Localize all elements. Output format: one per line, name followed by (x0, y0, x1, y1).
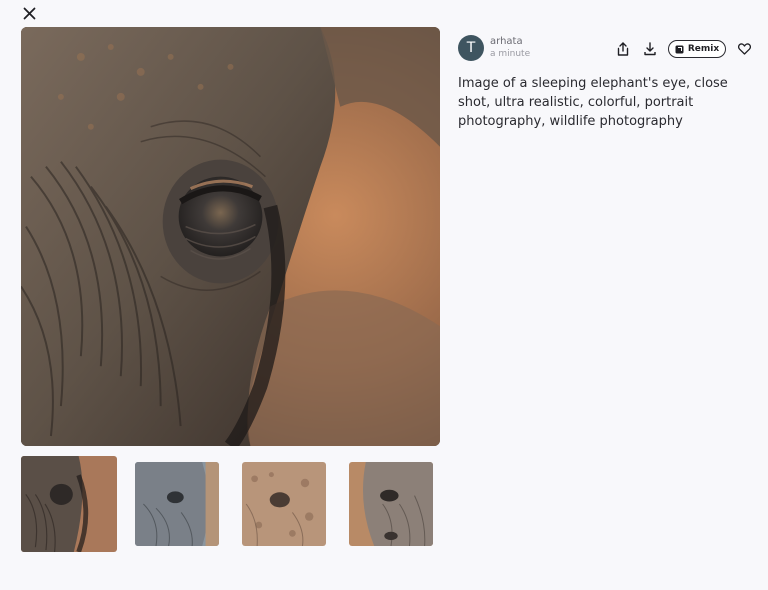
avatar-initial: T (466, 40, 476, 56)
like-button[interactable] (734, 39, 754, 59)
thumbnail-2[interactable] (135, 462, 219, 546)
download-button[interactable] (640, 39, 660, 59)
share-icon (617, 42, 629, 56)
share-button[interactable] (613, 39, 633, 59)
avatar[interactable]: T (458, 35, 484, 61)
post-time: a minute (490, 49, 531, 59)
thumbnail-3[interactable] (242, 462, 326, 546)
close-icon (23, 7, 35, 19)
download-icon (644, 42, 656, 56)
author-meta: arhata a minute (490, 36, 530, 60)
details-panel: T arhata a minute Remix Image of a sleep… (458, 35, 758, 129)
thumbnail-strip (21, 456, 440, 552)
author-name[interactable]: arhata (490, 36, 530, 48)
heart-icon (737, 43, 751, 55)
remix-label: Remix (687, 44, 720, 54)
action-bar: Remix (613, 39, 758, 59)
remix-icon (675, 45, 684, 53)
close-button[interactable] (18, 2, 40, 24)
main-image (21, 27, 440, 446)
prompt-text: Image of a sleeping elephant's eye, clos… (458, 76, 728, 129)
thumbnail-4[interactable] (349, 462, 433, 546)
thumbnail-1[interactable] (21, 456, 117, 552)
author-row: T arhata a minute Remix (458, 35, 758, 63)
remix-button[interactable]: Remix (668, 40, 726, 58)
